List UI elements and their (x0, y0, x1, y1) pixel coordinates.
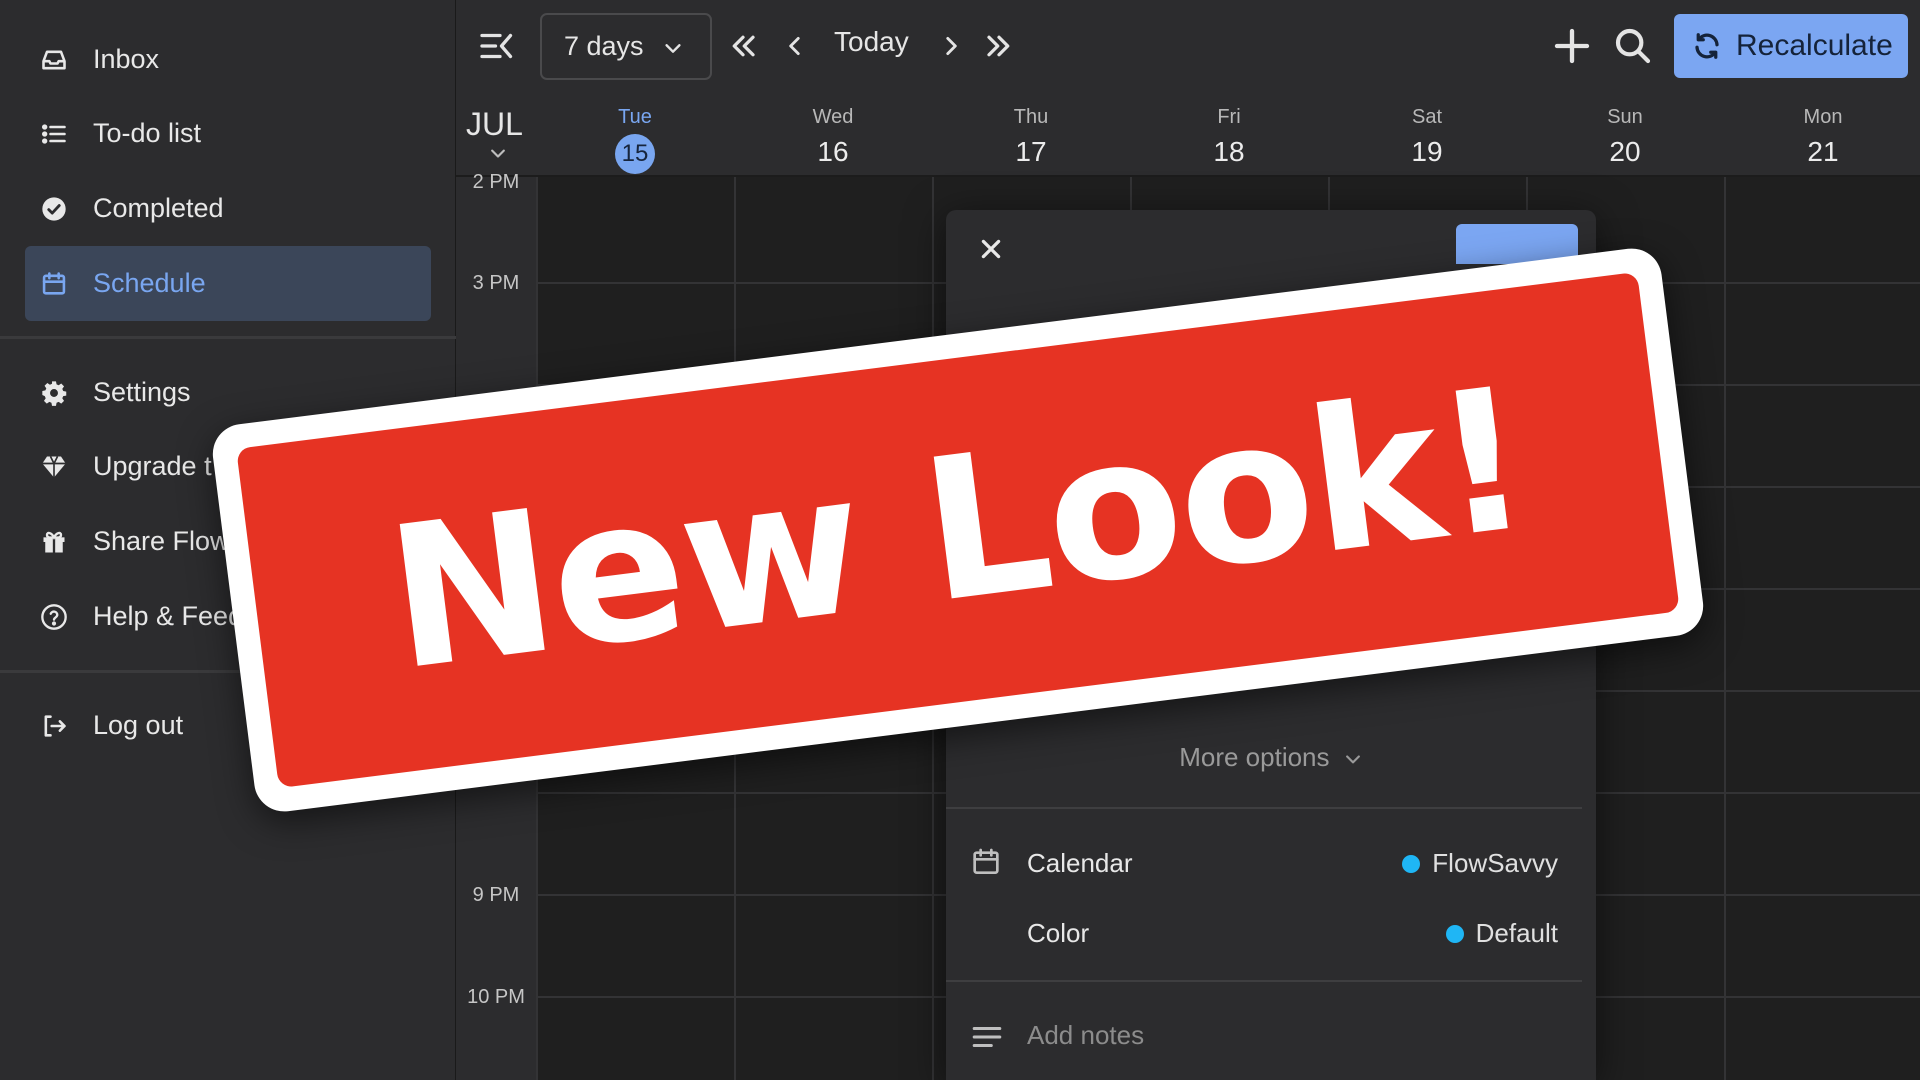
sidebar-item-label: Schedule (93, 268, 206, 298)
calendar-field-value[interactable]: FlowSavvy (1402, 848, 1558, 879)
day-number: 21 (1807, 136, 1839, 167)
recalculate-label: Recalculate (1736, 29, 1893, 62)
day-number: 17 (1015, 136, 1047, 167)
sidebar-item-inbox[interactable]: Inbox (25, 22, 431, 97)
sidebar-item-label: Settings (93, 377, 191, 407)
day-header: JUL Tue 15 Wed 16 Thu 17 Fri 18 Sat 19 S… (456, 92, 1920, 177)
day-name: Wed (812, 106, 854, 128)
toolbar: 7 days Today Recalculate (456, 0, 1920, 92)
day-header-wed[interactable]: Wed 16 (734, 92, 932, 177)
color-dot (1445, 924, 1464, 943)
chevron-down-icon (665, 44, 681, 53)
chevron-left-icon[interactable] (782, 30, 808, 62)
help-circle-icon (39, 602, 69, 632)
chevron-down-icon[interactable] (486, 144, 510, 164)
time-label: 9 PM (472, 884, 520, 906)
day-name: Mon (1803, 106, 1843, 128)
gear-icon (39, 378, 69, 408)
day-name: Fri (1217, 106, 1241, 128)
sidebar-item-label: To-do list (93, 118, 202, 148)
inbox-icon (39, 45, 69, 75)
calendar-color-dot (1402, 854, 1421, 873)
sidebar-item-todo-list[interactable]: To-do list (25, 96, 431, 171)
panel-divider (946, 980, 1582, 982)
calendar-icon (970, 846, 1002, 878)
sidebar-item-label: Log out (93, 710, 184, 740)
day-number: 20 (1609, 136, 1641, 167)
calendar-field-label: Calendar (1027, 848, 1133, 878)
gift-icon (39, 527, 69, 557)
logout-icon (39, 711, 69, 741)
day-name: Thu (1013, 106, 1049, 128)
close-icon[interactable] (978, 236, 1004, 262)
sidebar-item-label: Inbox (93, 44, 160, 74)
sidebar-item-label: Upgrade t (93, 451, 212, 481)
panel-divider (946, 807, 1582, 809)
sidebar-item-schedule[interactable]: Schedule (25, 246, 431, 321)
day-header-fri[interactable]: Fri 18 (1130, 92, 1328, 177)
double-chevron-right-icon[interactable] (984, 30, 1014, 62)
calendar-value-text: FlowSavvy (1432, 848, 1558, 878)
sidebar-item-completed[interactable]: Completed (25, 171, 431, 246)
today-button[interactable]: Today (834, 26, 909, 58)
color-field[interactable]: Color Default (946, 914, 1582, 954)
sidebar-item-label: Completed (93, 193, 224, 223)
color-field-label: Color (1027, 918, 1090, 948)
notes-input[interactable]: Add notes (1027, 1020, 1144, 1051)
month-label[interactable]: JUL (466, 106, 523, 143)
sidebar-divider (0, 336, 456, 339)
banner-headline: New Look! (377, 345, 1539, 715)
day-number: 16 (817, 136, 849, 167)
color-value-text: Default (1475, 918, 1558, 948)
double-chevron-left-icon[interactable] (728, 30, 758, 62)
more-options-toggle[interactable]: More options (946, 742, 1596, 773)
day-number: 18 (1213, 136, 1245, 167)
search-icon[interactable] (1613, 26, 1653, 66)
range-select[interactable]: 7 days (540, 13, 712, 80)
day-number: 15 (615, 134, 655, 174)
range-select-label: 7 days (564, 31, 644, 61)
recalculate-button[interactable]: Recalculate (1674, 14, 1908, 78)
day-header-thu[interactable]: Thu 17 (932, 92, 1130, 177)
more-options-label: More options (1179, 742, 1330, 772)
day-header-sat[interactable]: Sat 19 (1328, 92, 1526, 177)
calendar-icon (39, 269, 69, 299)
calendar-field[interactable]: Calendar FlowSavvy (946, 844, 1582, 884)
grid-column-line (1724, 177, 1726, 1080)
notes-icon (970, 1020, 1004, 1054)
collapse-sidebar-icon[interactable] (478, 28, 516, 64)
day-name: Sun (1607, 106, 1643, 128)
diamond-icon (39, 452, 69, 482)
refresh-icon (1695, 33, 1719, 59)
list-icon (39, 119, 69, 149)
chevron-right-icon[interactable] (938, 30, 964, 62)
time-label: 3 PM (472, 272, 520, 294)
day-name: Tue (618, 106, 652, 128)
day-header-tue[interactable]: Tue 15 (536, 92, 734, 177)
check-circle-icon (39, 194, 69, 224)
chevron-down-icon (1345, 755, 1360, 764)
day-name: Sat (1411, 106, 1443, 128)
day-number: 19 (1411, 136, 1443, 167)
add-icon[interactable] (1552, 26, 1592, 66)
sidebar-item-label: Help & Feed (93, 601, 244, 631)
time-label: 2 PM (472, 171, 520, 193)
time-label: 10 PM (467, 986, 525, 1008)
day-header-sun[interactable]: Sun 20 (1526, 92, 1724, 177)
day-header-mon[interactable]: Mon 21 (1724, 92, 1920, 177)
color-field-value[interactable]: Default (1445, 918, 1558, 949)
sidebar-item-label: Share Flow (93, 526, 230, 556)
